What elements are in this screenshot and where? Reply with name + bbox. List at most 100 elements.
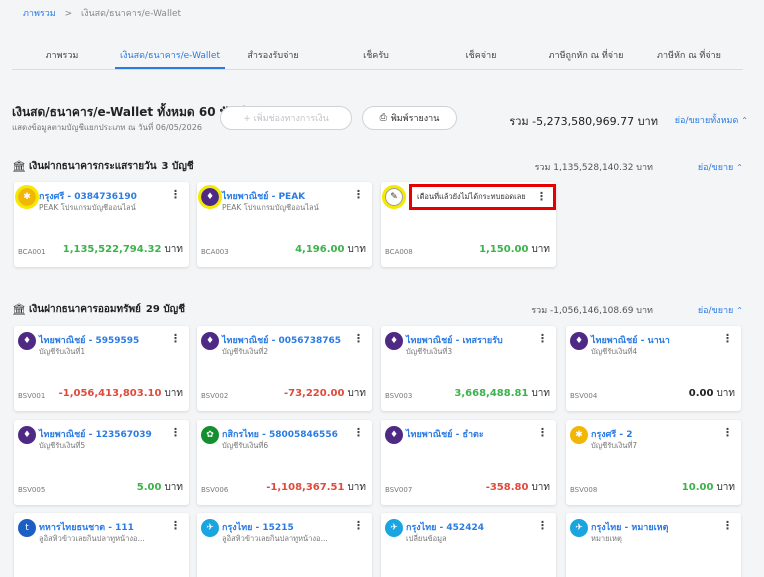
- bank-icon: 🏛: [12, 303, 26, 316]
- tab-cheques-received[interactable]: เช็ครับ: [363, 48, 389, 62]
- account-code: BSV003: [385, 392, 413, 400]
- account-code: BSV007: [385, 486, 413, 494]
- more-menu-icon[interactable]: ⋮: [353, 426, 364, 439]
- section-savings-count: 29 บัญชี: [145, 304, 185, 315]
- section-savings-header: 🏛 เงินฝากธนาคารออมทรัพย์ 29 บัญชี รวม -1,…: [12, 302, 743, 318]
- print-report-label: พิมพ์รายงาน: [390, 114, 440, 124]
- currency-unit: บาท: [716, 388, 735, 399]
- account-code: BSV006: [201, 486, 229, 494]
- more-menu-icon[interactable]: ⋮: [353, 188, 364, 201]
- account-description: บัญชีรับเงินที่2: [222, 347, 269, 356]
- tab-overview[interactable]: ภาพรวม: [46, 48, 79, 62]
- account-card[interactable]: ✈ กรุงไทย - หมายเหตุ หมายเหตุ ⋮: [566, 513, 741, 577]
- account-description: บัญชีรับเงินที่3: [406, 347, 453, 356]
- account-name[interactable]: ไทยพาณิชย์ - นานา: [591, 333, 670, 347]
- account-card[interactable]: ♦ ไทยพาณิชย์ - นานา บัญชีรับเงินที่4 ⋮ BSV00…: [566, 326, 741, 411]
- account-card[interactable]: ✱ กรุงศรี - 0384736190 PEAK โปรแกรมบัญชีออ…: [14, 182, 189, 267]
- account-name[interactable]: กรุงศรี - 0384736190: [39, 189, 137, 203]
- more-menu-icon[interactable]: ⋮: [536, 190, 547, 203]
- tab-cheques-paid[interactable]: เช็คจ่าย: [466, 48, 497, 62]
- account-card[interactable]: ♦ ไทยพาณิชย์ - 5959595 บัญชีรับเงินที่1 ⋮ BS…: [14, 326, 189, 411]
- more-menu-icon[interactable]: ⋮: [170, 426, 181, 439]
- chevron-up-icon: ⌃: [741, 116, 748, 125]
- account-card[interactable]: t ทหารไทยธนชาต - 111 ลูอิสหิวข้าวเลยกินปลา…: [14, 513, 189, 577]
- account-card[interactable]: ✈ กรุงไทย - 452424 เปลี่ยนข้อมูล ⋮: [381, 513, 556, 577]
- more-menu-icon[interactable]: ⋮: [170, 188, 181, 201]
- account-card[interactable]: ♦ ไทยพาณิชย์ - เทสรายรับ บัญชีรับเงินที่3 ⋮…: [381, 326, 556, 411]
- currency-unit: บาท: [531, 244, 550, 255]
- section-current-toggle[interactable]: ย่อ/ขยาย ⌃: [698, 160, 743, 174]
- tab-withholding-tax[interactable]: ภาษีหัก ณ ที่จ่าย: [657, 48, 721, 62]
- account-name[interactable]: กรุงศรี - 2: [591, 427, 633, 441]
- account-card[interactable]: ♦ ไทยพาณิชย์ - 0056738765 บัญชีรับเงินที่2…: [197, 326, 372, 411]
- tab-bar: ภาพรวม เงินสด/ธนาคาร/e-Wallet สำรองรับจ่…: [12, 44, 743, 70]
- balance-value: 4,196.00: [295, 244, 345, 255]
- toggle-all-label: ย่อ/ขยายทั้งหมด: [674, 116, 739, 126]
- account-card[interactable]: ✱ กรุงศรี - 2 บัญชีรับเงินที่7 ⋮ BSV008 10.00…: [566, 420, 741, 505]
- reconcile-warning-text: เดือนที่แล้วยังไม่ได้กระทบยอดเลย: [417, 192, 526, 201]
- account-name[interactable]: กรุงไทย - หมายเหตุ: [591, 520, 668, 534]
- currency-unit: บาท: [347, 388, 366, 399]
- account-card[interactable]: ♦ ไทยพาณิชย์ - PEAK PEAK โปรแกรมบัญชีออนไล…: [197, 182, 372, 267]
- balance-value: 5.00: [136, 482, 162, 493]
- section-savings-title: เงินฝากธนาคารออมทรัพย์ 29 บัญชี: [29, 302, 185, 317]
- tab-withheld-tax[interactable]: ภาษีถูกหัก ณ ที่จ่าย: [549, 48, 624, 62]
- section-current-header: 🏛 เงินฝากธนาคารกระแสรายวัน 3 บัญชี รวม 1,…: [12, 159, 743, 175]
- currency-unit: บาท: [531, 482, 550, 493]
- more-menu-icon[interactable]: ⋮: [537, 519, 548, 532]
- account-code: BCA001: [18, 248, 46, 256]
- account-balance: 0.00 บาท: [689, 386, 735, 401]
- balance-value: -1,056,413,803.10: [58, 388, 162, 399]
- account-name[interactable]: กสิกรไทย - 58005846556: [222, 427, 338, 441]
- account-description: เปลี่ยนข้อมูล: [406, 534, 447, 543]
- balance-value: 1,150.00: [479, 244, 529, 255]
- account-name[interactable]: กรุงไทย - 15215: [222, 520, 294, 534]
- bank-logo-icon: t: [18, 519, 36, 537]
- account-card[interactable]: ♦ ไทยพาณิชย์ - 123567039 บัญชีรับเงินที่5 ⋮…: [14, 420, 189, 505]
- more-menu-icon[interactable]: ⋮: [722, 426, 733, 439]
- tab-cash-bank-ewallet[interactable]: เงินสด/ธนาคาร/e-Wallet: [120, 48, 220, 62]
- section-savings-total: รวม -1,056,146,108.69 บาท: [531, 306, 653, 316]
- print-report-button[interactable]: ⎙ พิมพ์รายงาน: [362, 106, 457, 130]
- account-card[interactable]: ✿ กสิกรไทย - 58005846556 บัญชีรับเงินที่6 ⋮…: [197, 420, 372, 505]
- account-name[interactable]: ไทยพาณิชย์ - PEAK: [222, 189, 305, 203]
- more-menu-icon[interactable]: ⋮: [353, 332, 364, 345]
- account-name[interactable]: ไทยพาณิชย์ - ธำตะ: [406, 427, 484, 441]
- section-savings-toggle[interactable]: ย่อ/ขยาย ⌃: [698, 303, 743, 317]
- add-channel-button[interactable]: + เพิ่มช่องทางการเงิน: [220, 106, 352, 130]
- account-description: บัญชีรับเงินที่7: [591, 441, 638, 450]
- section-current-count: 3 บัญชี: [161, 161, 194, 172]
- more-menu-icon[interactable]: ⋮: [170, 519, 181, 532]
- section-current-title: เงินฝากธนาคารกระแสรายวัน 3 บัญชี: [29, 159, 194, 174]
- account-card[interactable]: ✎ เดือนที่แล้วยังไม่ได้กระทบยอดเลย ⋮ BCA008…: [381, 182, 556, 267]
- more-menu-icon[interactable]: ⋮: [537, 332, 548, 345]
- bank-logo-icon: ♦: [198, 185, 222, 209]
- account-card[interactable]: ♦ ไทยพาณิชย์ - ธำตะ ⋮ BSV007 -358.80 บาท: [381, 420, 556, 505]
- account-code: BSV002: [201, 392, 229, 400]
- breadcrumb-home-link[interactable]: ภาพรวม: [23, 9, 56, 19]
- more-menu-icon[interactable]: ⋮: [722, 519, 733, 532]
- account-balance: -1,108,367.51 บาท: [266, 480, 366, 495]
- bank-logo-icon: ♦: [18, 332, 36, 350]
- balance-value: 3,668,488.81: [454, 388, 529, 399]
- more-menu-icon[interactable]: ⋮: [170, 332, 181, 345]
- account-name[interactable]: กรุงไทย - 452424: [406, 520, 484, 534]
- page-title-text: เงินสด/ธนาคาร/e-Wallet ทั้งหมด 60 บัญชี: [12, 105, 246, 119]
- account-name[interactable]: ไทยพาณิชย์ - 0056738765: [222, 333, 341, 347]
- currency-unit: บาท: [347, 244, 366, 255]
- tab-petty-cash[interactable]: สำรองรับจ่าย: [247, 48, 298, 62]
- account-description: PEAK โปรแกรมบัญชีออนไลน์: [222, 203, 319, 212]
- account-name[interactable]: ไทยพาณิชย์ - 123567039: [39, 427, 152, 441]
- account-description: หมายเหตุ: [591, 534, 622, 543]
- toggle-all-link[interactable]: ย่อ/ขยายทั้งหมด ⌃: [675, 113, 748, 127]
- account-card[interactable]: ✈ กรุงไทย - 15215 ลูอิสหิวข้าวเลยกินปลาทูห…: [197, 513, 372, 577]
- more-menu-icon[interactable]: ⋮: [353, 519, 364, 532]
- bank-logo-icon: ✿: [201, 426, 219, 444]
- account-name[interactable]: ไทยพาณิชย์ - 5959595: [39, 333, 139, 347]
- account-name[interactable]: ทหารไทยธนชาต - 111: [39, 520, 134, 534]
- bank-logo-icon: ♦: [385, 426, 403, 444]
- more-menu-icon[interactable]: ⋮: [722, 332, 733, 345]
- account-description: บัญชีรับเงินที่4: [591, 347, 638, 356]
- more-menu-icon[interactable]: ⋮: [537, 426, 548, 439]
- account-name[interactable]: ไทยพาณิชย์ - เทสรายรับ: [406, 333, 503, 347]
